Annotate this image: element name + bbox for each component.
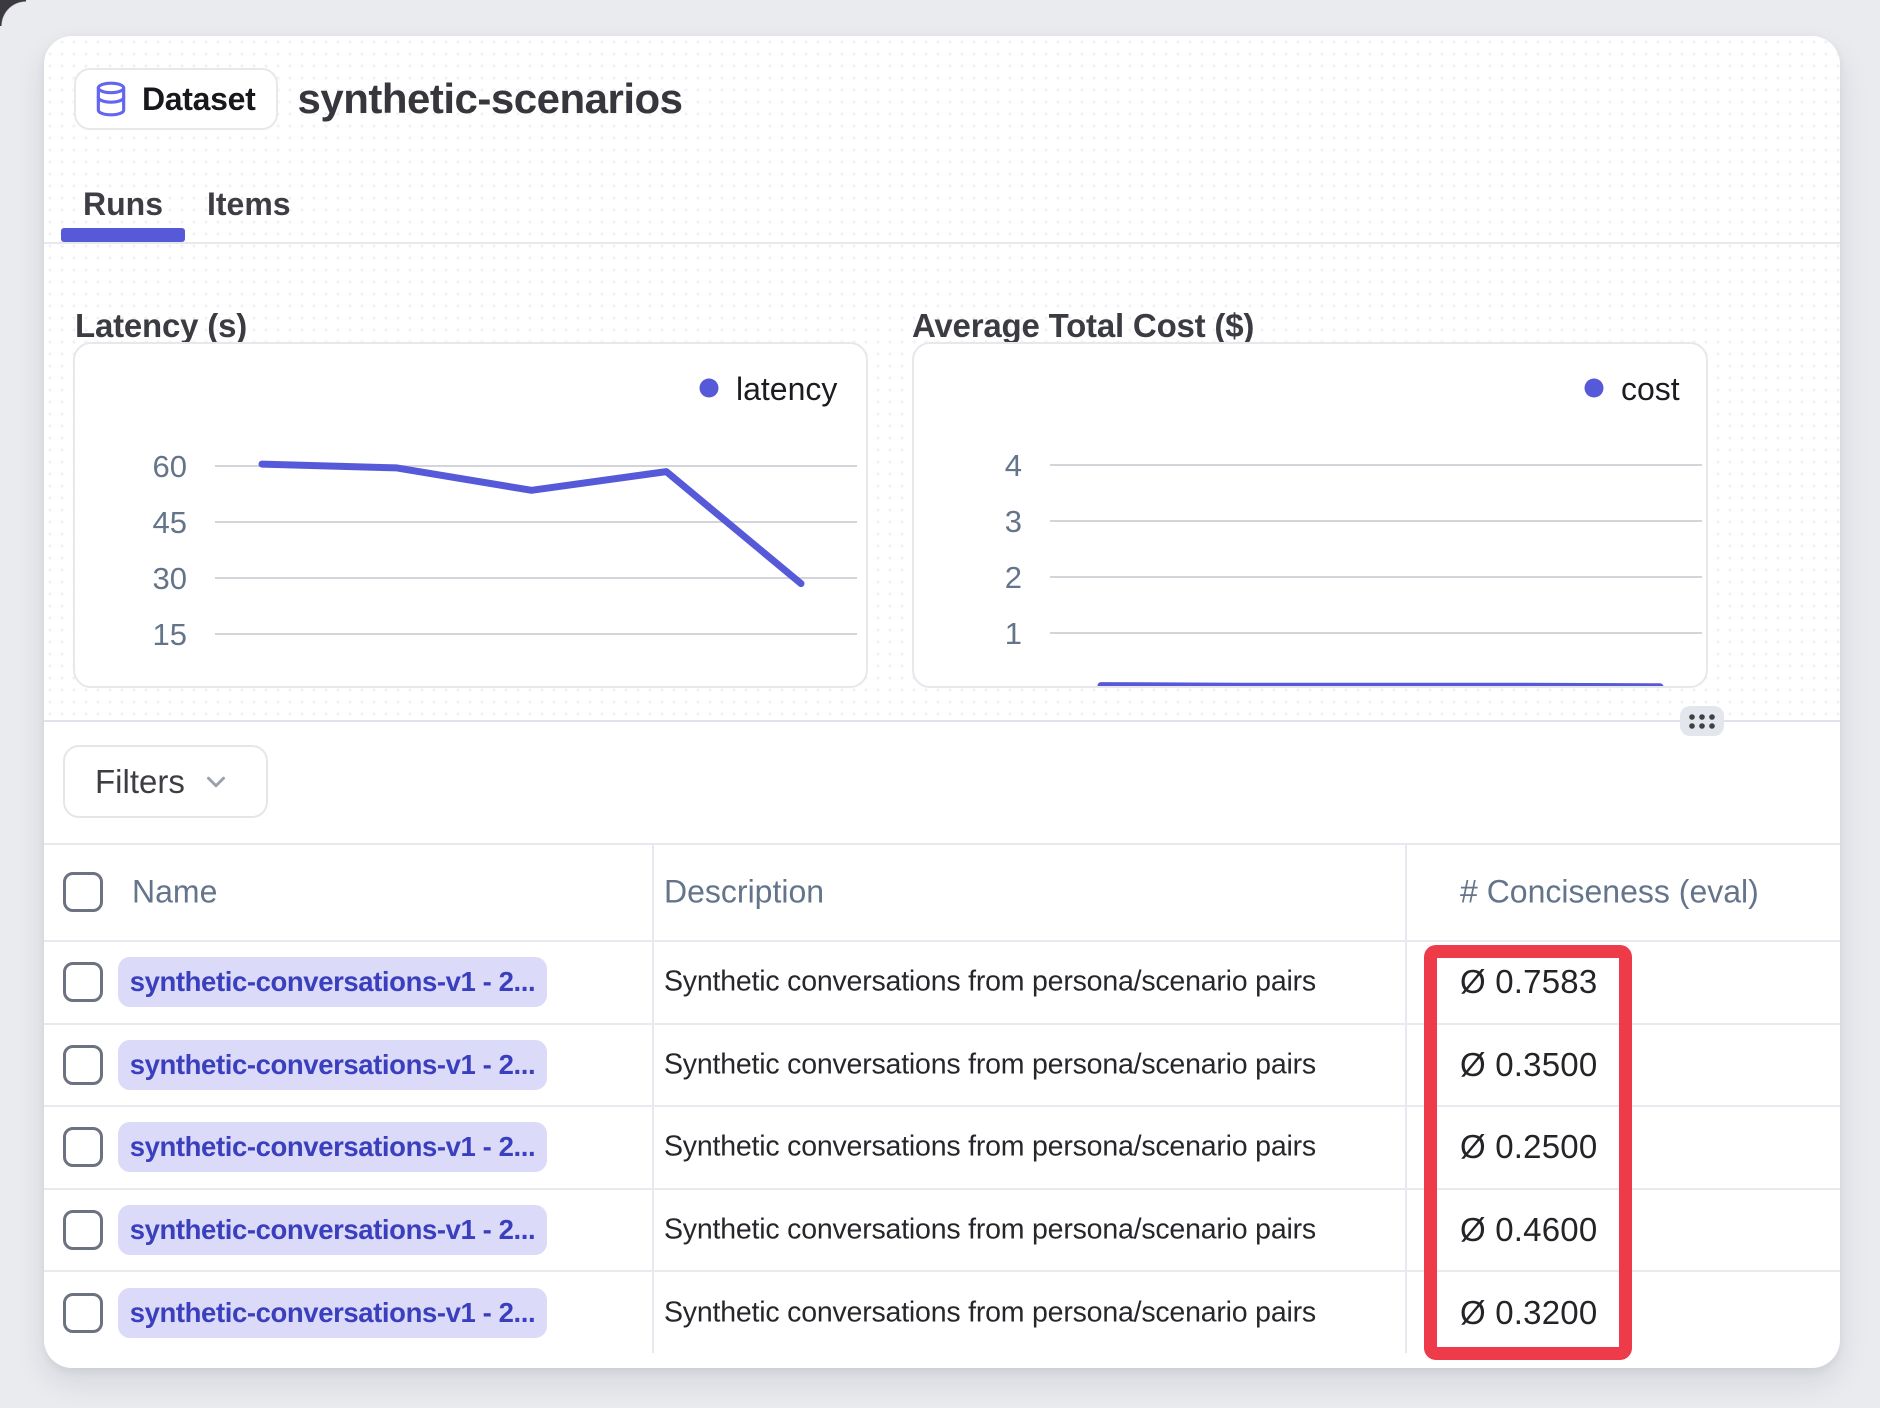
tab-runs[interactable]: Runs [61,166,185,242]
run-name-pill[interactable]: synthetic-conversations-v1 - 2... [118,1040,547,1090]
run-conciseness-value: Ø 0.4600 [1460,1211,1597,1249]
run-name-pill[interactable]: synthetic-conversations-v1 - 2... [118,1205,547,1255]
page-header: Dataset synthetic-scenarios [74,68,683,130]
row-checkbox[interactable] [63,1045,103,1085]
tab-items[interactable]: Items [185,166,313,242]
svg-text:15: 15 [153,617,187,652]
cost-chart: 4 3 2 1 cost [912,342,1708,688]
run-conciseness-value: Ø 0.2500 [1460,1128,1597,1166]
run-name-pill[interactable]: synthetic-conversations-v1 - 2... [118,1122,547,1172]
table-row: synthetic-conversations-v1 - 2... Synthe… [44,1105,1840,1188]
dataset-badge: Dataset [74,68,278,130]
legend-dot-icon [1585,379,1604,398]
panel-resize-divider[interactable] [44,720,1840,722]
select-all-checkbox[interactable] [63,872,103,912]
table-row: synthetic-conversations-v1 - 2... Synthe… [44,940,1840,1023]
dataset-panel: Dataset synthetic-scenarios Runs Items L… [44,36,1840,1368]
tab-items-label: Items [207,186,291,223]
column-header-conciseness[interactable]: # Conciseness (eval) [1460,873,1759,910]
svg-text:3: 3 [1005,504,1022,539]
table-body: synthetic-conversations-v1 - 2... Synthe… [44,940,1840,1353]
latency-line-chart: 60 45 30 15 latency [75,344,868,688]
legend-label: cost [1621,371,1680,407]
charts-section: Dataset synthetic-scenarios Runs Items L… [44,36,1840,720]
row-checkbox[interactable] [63,1293,103,1333]
drag-handle[interactable] [1680,706,1724,736]
run-conciseness-value: Ø 0.3500 [1460,1046,1597,1084]
window-corner [0,0,26,26]
latency-series-line [262,464,801,583]
tab-runs-label: Runs [83,186,163,223]
run-name-label: synthetic-conversations-v1 - 2... [130,1131,536,1163]
run-description: Synthetic conversations from persona/sce… [664,966,1316,999]
run-description: Synthetic conversations from persona/sce… [664,1131,1316,1164]
run-conciseness-value: Ø 0.7583 [1460,963,1597,1001]
legend-label: latency [736,371,837,407]
run-name-label: synthetic-conversations-v1 - 2... [130,1297,536,1329]
tabs-divider [44,242,1840,244]
svg-text:1: 1 [1005,616,1022,651]
database-icon [92,80,130,118]
svg-text:2: 2 [1005,560,1022,595]
cost-chart-heading: Average Total Cost ($) [912,307,1254,345]
filters-button-label: Filters [95,763,185,801]
run-conciseness-value: Ø 0.3200 [1460,1294,1597,1332]
row-checkbox[interactable] [63,1127,103,1167]
table-row: synthetic-conversations-v1 - 2... Synthe… [44,1270,1840,1353]
run-name-label: synthetic-conversations-v1 - 2... [130,1049,536,1081]
latency-chart-heading: Latency (s) [75,307,247,345]
table-header-row: Name Description # Conciseness (eval) [44,843,1840,940]
filters-button[interactable]: Filters [63,745,268,818]
column-header-description[interactable]: Description [664,873,824,910]
svg-text:60: 60 [153,449,187,484]
run-name-pill[interactable]: synthetic-conversations-v1 - 2... [118,1288,547,1338]
legend-dot-icon [700,379,719,398]
row-checkbox[interactable] [63,1210,103,1250]
page-title: synthetic-scenarios [298,75,683,123]
cost-series-line [1101,686,1660,687]
svg-text:45: 45 [153,505,187,540]
table-row: synthetic-conversations-v1 - 2... Synthe… [44,1023,1840,1106]
tabs: Runs Items [61,166,313,242]
runs-table: Name Description # Conciseness (eval) sy… [44,843,1840,1353]
dataset-badge-label: Dataset [142,81,256,118]
column-header-name[interactable]: Name [132,873,217,910]
run-description: Synthetic conversations from persona/sce… [664,1048,1316,1081]
row-checkbox[interactable] [63,962,103,1002]
run-description: Synthetic conversations from persona/sce… [664,1214,1316,1247]
run-name-label: synthetic-conversations-v1 - 2... [130,1214,536,1246]
table-row: synthetic-conversations-v1 - 2... Synthe… [44,1188,1840,1271]
latency-chart: 60 45 30 15 latency [73,342,868,688]
run-name-pill[interactable]: synthetic-conversations-v1 - 2... [118,957,547,1007]
cost-line-chart: 4 3 2 1 cost [914,344,1708,688]
svg-text:30: 30 [153,561,187,596]
run-name-label: synthetic-conversations-v1 - 2... [130,966,536,998]
svg-text:4: 4 [1005,448,1022,483]
grip-dots-icon [1685,710,1719,732]
run-description: Synthetic conversations from persona/sce… [664,1296,1316,1329]
chevron-down-icon [201,767,231,797]
